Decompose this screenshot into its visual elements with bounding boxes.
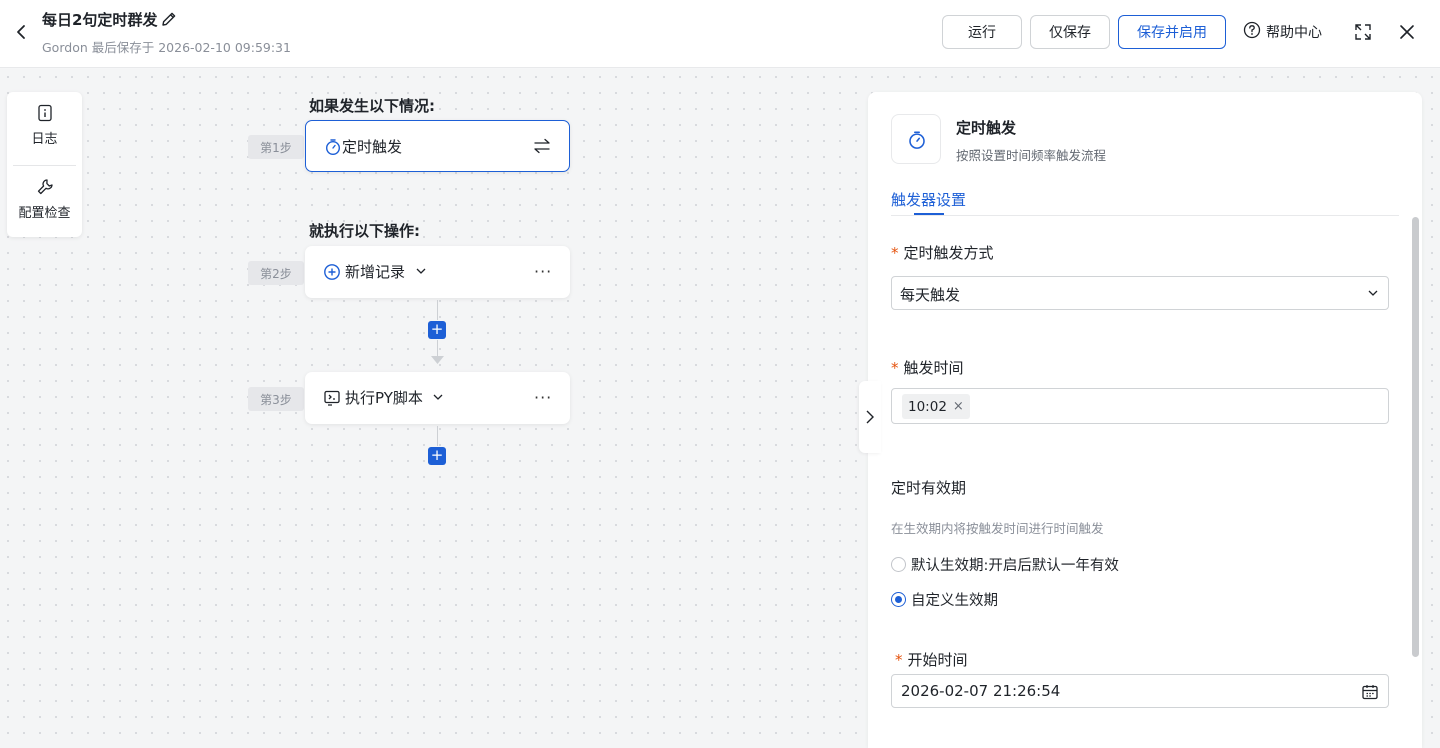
trigger-mode-select[interactable]: 每天触发 [891, 276, 1389, 310]
required-mark: * [895, 651, 903, 669]
add-record-node-label: 新增记录 [345, 263, 406, 281]
tab-trigger-settings[interactable]: 触发器设置 [891, 189, 966, 210]
top-bar: 每日2句定时群发 Gordon 最后保存于 2026-02-10 09:59:3… [0, 0, 1440, 68]
radio-default-period[interactable]: 默认生效期:开启后默认一年有效 [891, 554, 1119, 575]
side-toolbar: 日志 配置检查 [7, 92, 82, 237]
arrow-down-icon [431, 356, 444, 364]
config-check-label: 配置检查 [18, 206, 71, 221]
chevron-down-icon [1368, 290, 1378, 296]
panel-description: 按照设置时间频率触发流程 [956, 148, 1107, 163]
then-section-title: 就执行以下操作: [309, 222, 420, 240]
trigger-time-input[interactable]: 10:02 × [891, 388, 1389, 424]
timer-icon [325, 139, 341, 156]
required-mark: * [891, 359, 899, 377]
swap-icon[interactable] [533, 137, 551, 155]
panel-scrollbar[interactable] [1412, 217, 1419, 657]
flow-title: 每日2句定时群发 [42, 11, 158, 29]
step-3-tag: 第3步 [248, 387, 304, 411]
chevron-right-icon [866, 410, 874, 424]
panel-title: 定时触发 [956, 119, 1017, 137]
more-icon[interactable]: ··· [534, 388, 552, 408]
time-chip-value: 10:02 [908, 398, 947, 415]
close-icon[interactable] [1397, 22, 1417, 42]
more-icon[interactable]: ··· [534, 262, 552, 282]
add-step-button[interactable]: + [428, 447, 446, 465]
timer-icon [909, 131, 925, 149]
step-1-tag: 第1步 [248, 135, 304, 159]
chevron-down-icon[interactable] [415, 265, 427, 277]
back-icon[interactable] [12, 20, 32, 44]
tool-divider [13, 165, 76, 166]
run-button[interactable]: 运行 [942, 15, 1022, 49]
help-center-label: 帮助中心 [1266, 25, 1322, 41]
script-icon [324, 390, 340, 406]
run-script-node[interactable]: 执行PY脚本 ··· [305, 372, 570, 424]
radio-button[interactable] [891, 557, 906, 572]
save-only-button[interactable]: 仅保存 [1030, 15, 1110, 49]
run-script-node-label: 执行PY脚本 [345, 389, 423, 407]
chevron-down-icon[interactable] [432, 391, 444, 403]
save-and-enable-button[interactable]: 保存并启用 [1118, 15, 1226, 49]
chip-close-icon[interactable]: × [953, 399, 964, 414]
panel-collapse-tab[interactable] [859, 381, 881, 453]
save-meta: Gordon 最后保存于 2026-02-10 09:59:31 [42, 40, 291, 55]
start-time-picker[interactable]: 2026-02-07 21:26:54 [891, 674, 1389, 708]
add-step-button[interactable]: + [428, 321, 446, 339]
plus-circle-icon [324, 264, 340, 280]
start-time-value: 2026-02-07 21:26:54 [901, 682, 1061, 700]
log-icon [37, 104, 52, 122]
trigger-mode-label: * 定时触发方式 [891, 244, 994, 262]
connector-line [437, 300, 438, 320]
radio-default-label: 默认生效期:开启后默认一年有效 [911, 558, 1119, 574]
help-icon [1243, 21, 1261, 43]
trigger-node[interactable]: 定时触发 [305, 120, 570, 172]
radio-custom-period[interactable]: 自定义生效期 [891, 589, 998, 610]
radio-custom-label: 自定义生效期 [911, 593, 998, 609]
fullscreen-icon[interactable] [1353, 22, 1373, 42]
log-tool[interactable]: 日志 [7, 104, 82, 147]
help-center-link[interactable]: 帮助中心 [1243, 21, 1322, 43]
edit-icon[interactable] [160, 10, 178, 28]
add-record-node[interactable]: 新增记录 ··· [305, 246, 570, 298]
radio-button-selected[interactable] [891, 592, 906, 607]
trigger-mode-value: 每天触发 [900, 286, 961, 304]
trigger-type-icon-box [891, 114, 941, 164]
trigger-node-label: 定时触发 [342, 138, 403, 156]
time-chip: 10:02 × [902, 394, 970, 419]
validity-label: 定时有效期 [891, 479, 967, 497]
connector-line [437, 426, 438, 446]
validity-hint: 在生效期内将按触发时间进行时间触发 [891, 521, 1104, 536]
trigger-time-label: * 触发时间 [891, 359, 964, 377]
if-section-title: 如果发生以下情况: [309, 97, 435, 115]
config-check-tool[interactable]: 配置检查 [7, 178, 82, 221]
log-label: 日志 [31, 132, 58, 147]
calendar-icon [1362, 685, 1378, 700]
tab-divider [891, 215, 1399, 216]
start-time-label: * 开始时间 [895, 651, 968, 669]
step-2-tag: 第2步 [248, 261, 304, 285]
required-mark: * [891, 244, 899, 262]
wrench-icon [37, 179, 53, 195]
